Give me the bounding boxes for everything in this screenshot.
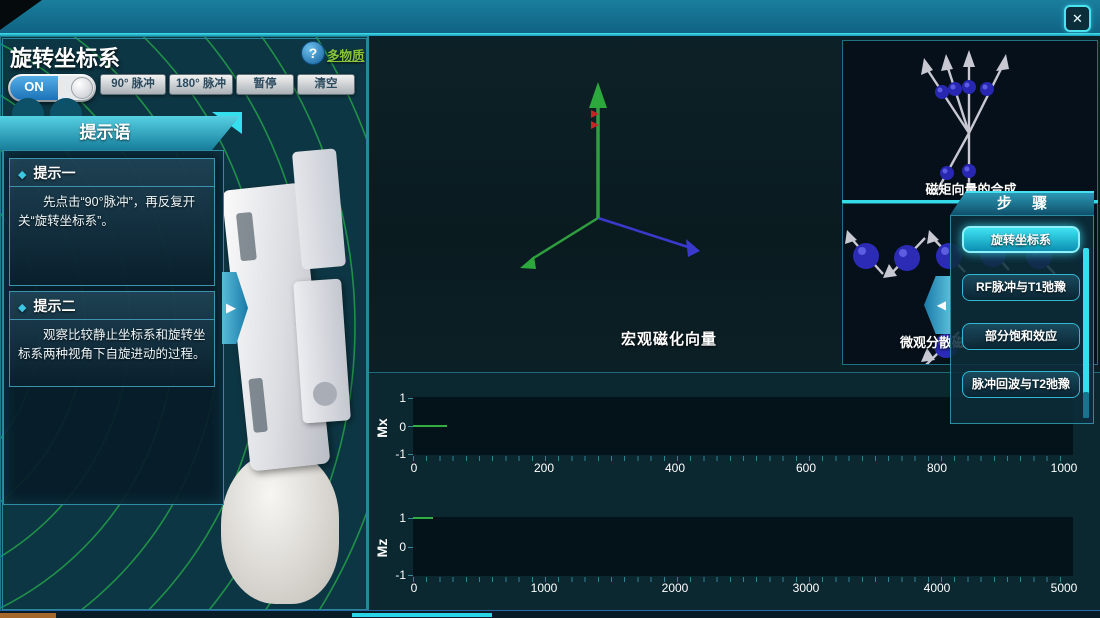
mz-xtick: 4000 [924,581,951,595]
bottom-strip-orange [0,613,56,618]
proton-spheres [935,80,994,180]
vector-synthesis-graphic [843,41,1097,191]
steps-panel: 步 骤 旋转坐标系 RF脉冲与T1弛豫 部分饱和效应 脉冲回波与T2弛豫 [950,191,1094,424]
mx-xtick: 200 [534,461,554,475]
step-button-rf-t1[interactable]: RF脉冲与T1弛豫 [962,274,1080,301]
multi-substance-link[interactable]: 多物质 [327,45,365,64]
hint-box-1: ◆ 提示一 先点击“90°脉冲”，再反复开关“旋转坐标系”。 [9,158,215,286]
app-window: 旋转坐标系 ON 90° 脉冲 180° 脉冲 暂停 清空 ? 多物质 提示语 … [0,0,1100,618]
pulse-90-button[interactable]: 90° 脉冲 [100,74,166,95]
hint-text: 先点击“90°脉冲”，再反复开关“旋转坐标系”。 [10,187,214,237]
coordinate-axes [450,70,750,350]
hint-panel-body: ◆ 提示一 先点击“90°脉冲”，再反复开关“旋转坐标系”。 ◆ 提示二 观察比较静… [3,150,224,505]
play-right-icon: ▶ [226,300,236,315]
top-accent-line [0,33,1100,36]
step-button-echo-t2[interactable]: 脉冲回波与T2弛豫 [962,371,1080,398]
steps-scrollbar-thumb[interactable] [1083,392,1089,418]
mx-xtick: 800 [927,461,947,475]
toggle-track: ON [10,76,94,100]
bottom-strip [0,610,1100,618]
diamond-icon: ◆ [18,169,26,181]
mx-xtick: 600 [796,461,816,475]
coil-hole [312,381,338,407]
mz-xtick: 1000 [531,581,558,595]
coil-side-block [293,278,351,423]
diamond-icon: ◆ [18,302,26,314]
mx-ytick: 1 [384,391,406,405]
mx-xtick: 400 [665,461,685,475]
mx-ytick: -1 [384,447,406,461]
y-axis-blue [598,218,688,247]
mx-xtick: 0 [411,461,418,475]
hint-text: 观察比较静止坐标系和旋转坐标系两种视角下自旋进动的过程。 [10,320,214,370]
play-left-icon: ◀ [937,298,946,312]
mz-xtick: 5000 [1051,581,1078,595]
pulse-180-button[interactable]: 180° 脉冲 [169,74,233,95]
mx-series-line [413,425,447,427]
coil-slot [248,378,268,433]
vector-synthesis-panel: 磁矩向量的合成 [842,40,1098,201]
mz-plot-area [413,517,1073,576]
hint-title: 提示二 [33,298,75,314]
mx-minor-ticks [413,456,1073,461]
step-button-rotating-frame[interactable]: 旋转坐标系 [962,226,1080,253]
hint-title-row: ◆ 提示一 [10,159,214,187]
patient-shoulder [221,452,339,604]
close-button[interactable]: ✕ [1064,5,1091,32]
mx-ytick: 0 [384,420,406,434]
mz-series-line [413,517,433,519]
mz-ytick: 0 [384,540,406,554]
step-button-partial-saturation[interactable]: 部分饱和效应 [962,323,1080,350]
mz-ytick: -1 [384,568,406,582]
mz-ytick: 1 [384,511,406,525]
toggle-on-label: ON [10,76,58,100]
rotating-frame-toggle[interactable]: ON [8,74,96,102]
page-title: 旋转坐标系 [10,41,120,73]
mx-xtick: 1000 [1051,461,1078,475]
steps-scrollbar[interactable] [1083,248,1089,418]
hint-panel-title: 提示语 [0,116,240,150]
coil-slot [236,212,257,261]
pause-button[interactable]: 暂停 [236,74,294,95]
mz-minor-ticks [413,577,1073,582]
hint-title-row: ◆ 提示二 [10,292,214,320]
mz-xtick: 2000 [662,581,689,595]
hint-title: 提示一 [33,165,75,181]
steps-panel-body: 旋转坐标系 RF脉冲与T1弛豫 部分饱和效应 脉冲回波与T2弛豫 [950,215,1094,424]
hint-box-2: ◆ 提示二 观察比较静止坐标系和旋转坐标系两种视角下自旋进动的过程。 [9,291,215,387]
mz-xtick: 3000 [793,581,820,595]
x-axis-green [532,218,598,259]
clear-button[interactable]: 清空 [297,74,355,95]
bottom-strip-cyan [352,613,492,617]
help-icon[interactable]: ? [301,41,325,65]
toggle-knob[interactable] [71,77,93,99]
macro-caption: 宏观磁化向量 [519,328,819,349]
top-bar [0,0,1100,33]
steps-panel-title: 步 骤 [950,191,1094,215]
mz-xtick: 0 [411,581,418,595]
